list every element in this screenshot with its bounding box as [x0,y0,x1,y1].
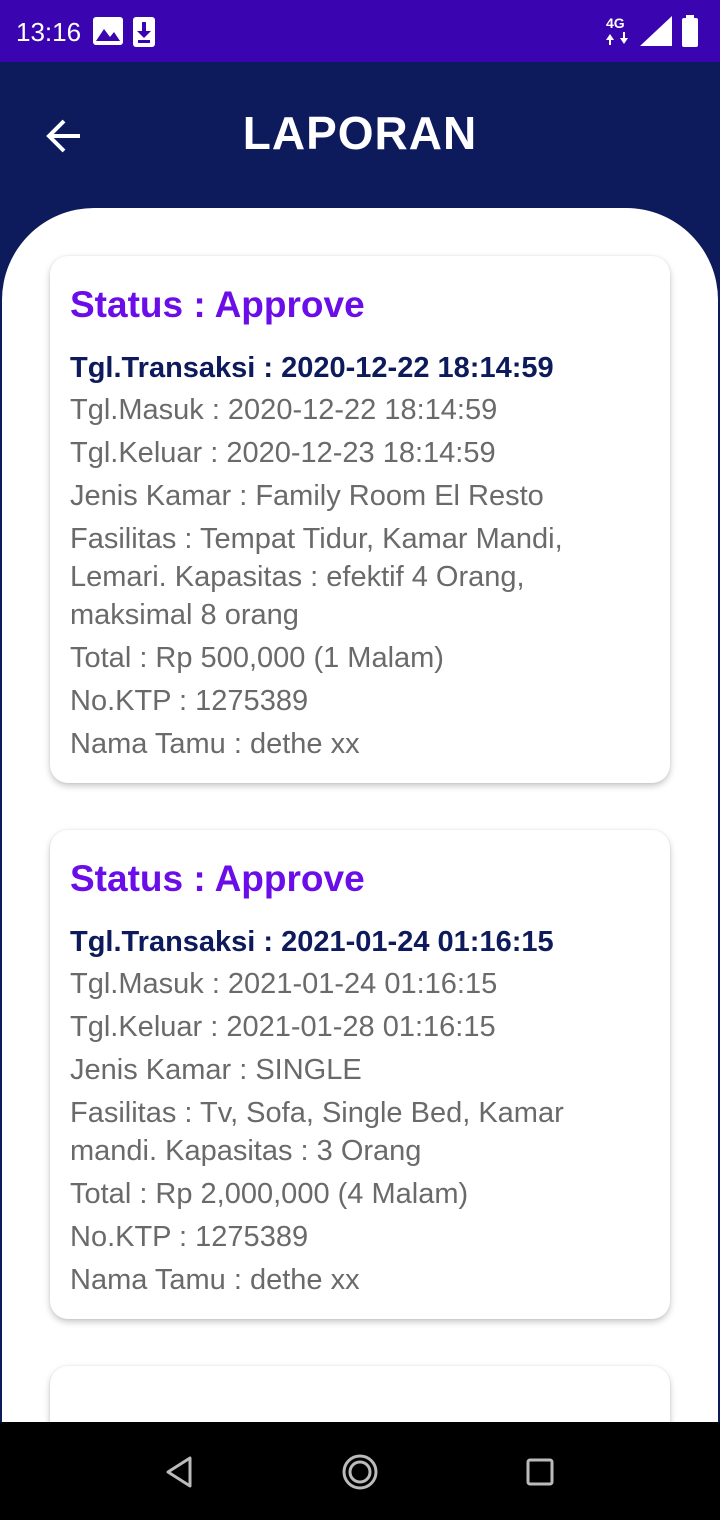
report-room-type: Jenis Kamar : Family Room El Resto [70,480,544,512]
status-time: 13:16 [16,17,82,47]
report-ktp-number: No.KTP : 1275389 [70,1221,309,1253]
report-transaction-date: Tgl.Transaksi : 2021-01-24 01:16:15 [70,926,554,958]
battery-icon [680,14,700,53]
download-icon [132,16,156,53]
status-bar: 13:16 4G [0,0,720,62]
page-title: LAPORAN [242,107,478,159]
nav-home-button[interactable] [338,1450,382,1494]
navigation-bar [0,1422,720,1520]
report-status: Status : Approve [70,858,365,899]
report-guest-name: Nama Tamu : dethe xx [70,1264,360,1296]
report-checkout-date: Tgl.Keluar : 2021-01-28 01:16:15 [70,1011,496,1043]
report-room-type: Jenis Kamar : SINGLE [70,1054,362,1086]
image-icon [92,16,124,51]
report-card[interactable]: Status : Approve Tgl.Transaksi : 2020-12… [50,256,670,783]
report-checkin-date: Tgl.Masuk : 2021-01-24 01:16:15 [70,968,498,1000]
report-ktp-number: No.KTP : 1275389 [70,685,309,717]
back-triangle-icon [166,1456,192,1488]
report-list[interactable]: Status : Approve Tgl.Transaksi : 2020-12… [2,208,718,1422]
report-transaction-date: Tgl.Transaksi : 2020-12-22 18:14:59 [70,352,554,384]
nav-recents-button[interactable] [518,1450,562,1494]
recents-square-icon [526,1458,554,1486]
report-facilities: Fasilitas : Tv, Sofa, Single Bed, Kamar … [70,1097,564,1167]
4g-signal-icon: 4G [604,14,674,53]
report-total: Total : Rp 2,000,000 (4 Malam) [70,1178,469,1210]
svg-text:4G: 4G [606,15,625,31]
nav-back-button[interactable] [158,1450,202,1494]
report-checkout-date: Tgl.Keluar : 2020-12-23 18:14:59 [70,437,496,469]
report-total: Total : Rp 500,000 (1 Malam) [70,642,444,674]
app-bar: LAPORAN [0,62,720,212]
report-status: Status : Approve [70,284,365,325]
home-circle-icon [342,1454,378,1490]
report-card[interactable]: Status : Approve Tgl.Transaksi : 2021-01… [50,830,670,1319]
report-checkin-date: Tgl.Masuk : 2020-12-22 18:14:59 [70,394,498,426]
report-facilities: Fasilitas : Tempat Tidur, Kamar Mandi, L… [70,523,563,631]
report-card-partial[interactable] [50,1366,670,1422]
report-guest-name: Nama Tamu : dethe xx [70,728,360,760]
